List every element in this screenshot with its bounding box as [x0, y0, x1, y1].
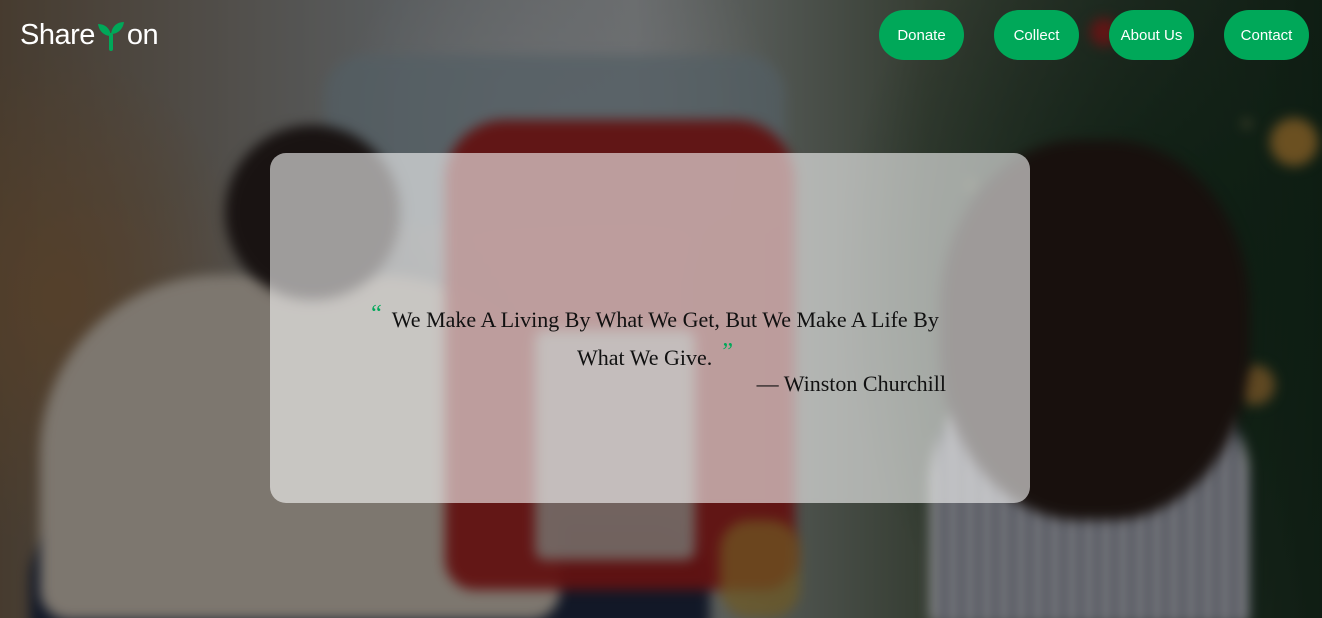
nav-about-us-button[interactable]: About Us	[1109, 10, 1194, 60]
quote-text: We Make A Living By What We Get, But We …	[391, 307, 939, 370]
quote-author: — Winston Churchill	[756, 371, 946, 396]
nav-donate-button[interactable]: Donate	[879, 10, 964, 60]
quote: “ We Make A Living By What We Get, But We…	[350, 298, 960, 374]
nav-contact-button[interactable]: Contact	[1224, 10, 1309, 60]
quote-card: “ We Make A Living By What We Get, But We…	[270, 153, 1030, 503]
close-quote-icon: ”	[722, 339, 733, 365]
main-navigation: Donate Collect About Us Contact	[0, 10, 1322, 60]
nav-collect-button[interactable]: Collect	[994, 10, 1079, 60]
open-quote-icon: “	[371, 301, 382, 327]
